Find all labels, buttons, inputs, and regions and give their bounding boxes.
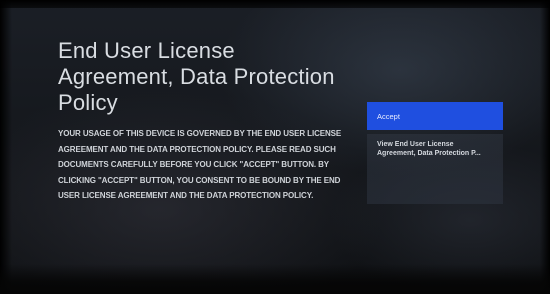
license-notice-text: YOUR USAGE OF THIS DEVICE IS GOVERNED BY…	[58, 129, 342, 200]
screen-bezel-left	[0, 0, 12, 294]
view-license-button[interactable]: View End User License Agreement, Data Pr…	[367, 134, 503, 204]
view-license-label: View End User License Agreement, Data Pr…	[377, 141, 481, 157]
screen-bezel-top	[0, 0, 550, 8]
tv-screen: End User License Agreement, Data Protect…	[0, 0, 550, 294]
screen-bezel-bottom	[0, 264, 550, 294]
accept-button[interactable]: Accept	[367, 102, 503, 130]
page-title: End User License Agreement, Data Protect…	[58, 38, 335, 115]
screen-bezel-right	[540, 0, 550, 294]
